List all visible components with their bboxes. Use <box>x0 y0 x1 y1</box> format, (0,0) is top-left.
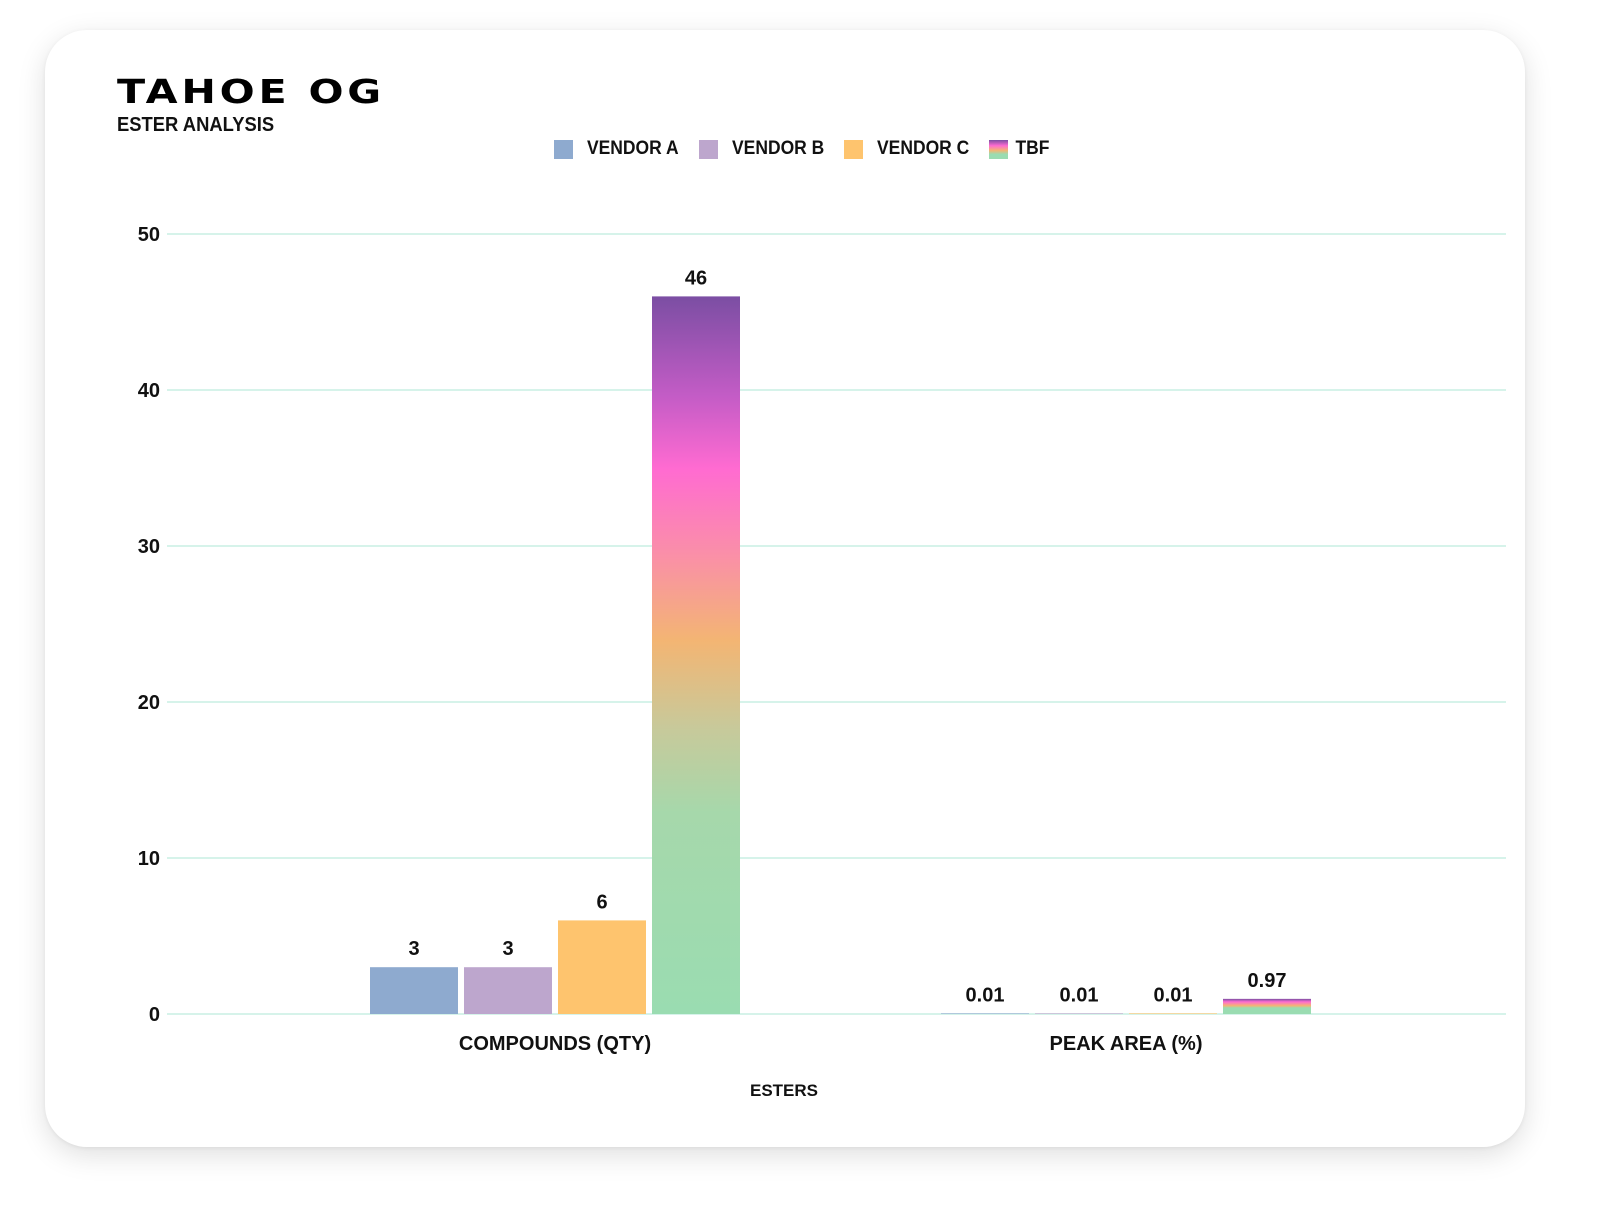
y-axis-ticks: 0 10 20 30 40 50 <box>138 224 160 1026</box>
data-label-vendor-c-compounds: 6 <box>596 891 607 913</box>
data-labels: 3 3 6 46 0.01 0.01 0.01 0.97 <box>408 267 1286 1006</box>
bar-vendor-a-peak-area[interactable] <box>941 1013 1029 1014</box>
bar-vendor-c-compounds[interactable] <box>558 920 646 1014</box>
bar-tbf-compounds[interactable] <box>652 296 740 1014</box>
data-label-tbf-peak-area: 0.97 <box>1248 970 1287 992</box>
y-tick-label-30: 30 <box>138 536 160 558</box>
x-category-label-compounds: COMPOUNDS (QTY) <box>459 1033 651 1055</box>
gridlines <box>167 233 1506 1015</box>
bar-vendor-b-compounds[interactable] <box>464 967 552 1014</box>
x-axis-title: ESTERS <box>750 1081 818 1100</box>
bar-vendor-c-peak-area[interactable] <box>1129 1013 1217 1014</box>
data-label-vendor-a-peak-area: 0.01 <box>966 984 1005 1006</box>
y-tick-label-20: 20 <box>138 692 160 714</box>
y-tick-label-0: 0 <box>149 1004 160 1026</box>
y-tick-label-50: 50 <box>138 224 160 246</box>
bar-chart: 0 10 20 30 40 50 3 3 6 46 0.01 0.01 0.01 0.97 COMPOU… <box>138 224 1506 1100</box>
bar-vendor-a-compounds[interactable] <box>370 967 458 1014</box>
y-tick-label-10: 10 <box>138 848 160 870</box>
y-tick-label-40: 40 <box>138 380 160 402</box>
bar-vendor-b-peak-area[interactable] <box>1035 1013 1123 1014</box>
data-label-vendor-a-compounds: 3 <box>408 938 419 960</box>
x-category-label-peak-area: PEAK AREA (%) <box>1050 1033 1203 1055</box>
data-label-vendor-b-compounds: 3 <box>502 938 513 960</box>
data-label-vendor-b-peak-area: 0.01 <box>1060 984 1099 1006</box>
bar-tbf-peak-area[interactable] <box>1223 998 1311 1014</box>
data-label-tbf-compounds: 46 <box>685 267 707 289</box>
bars <box>370 296 1311 1014</box>
data-label-vendor-c-peak-area: 0.01 <box>1154 984 1193 1006</box>
x-axis-categories: COMPOUNDS (QTY) PEAK AREA (%) <box>459 1033 1203 1055</box>
